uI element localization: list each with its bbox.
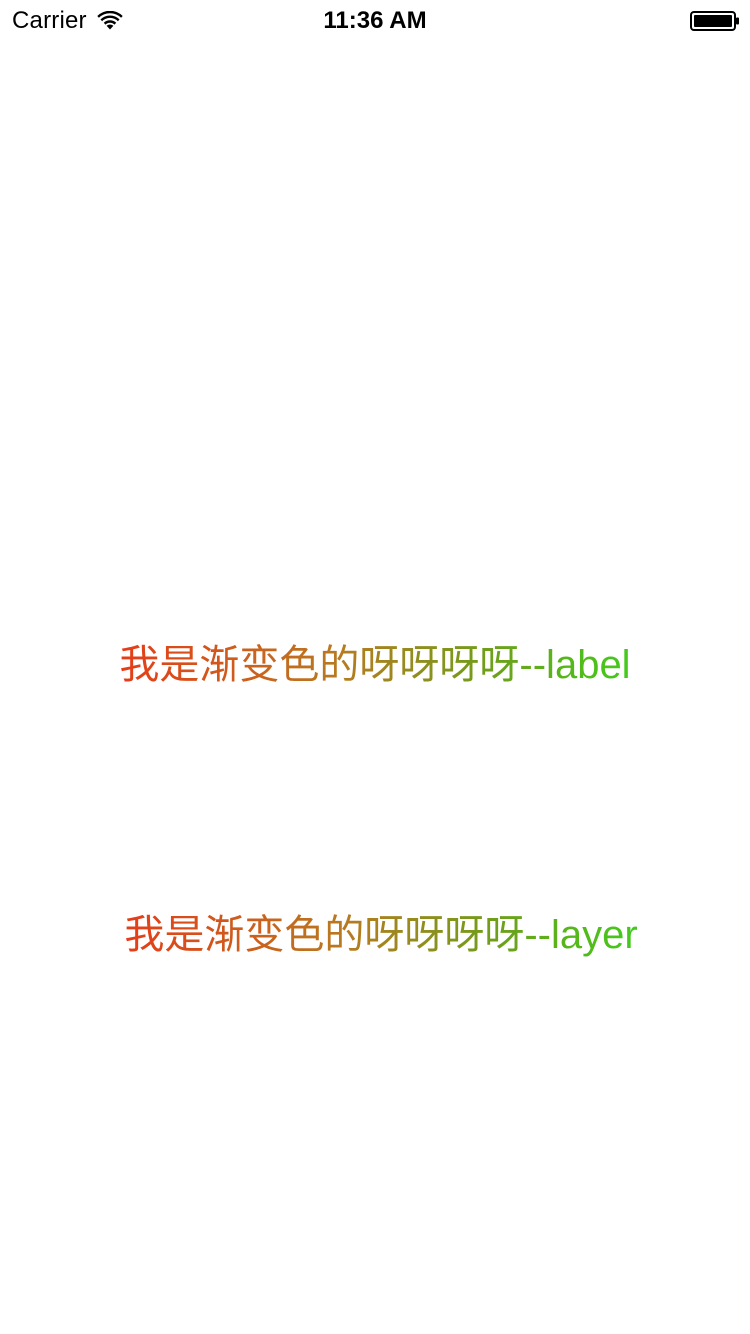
battery-full-icon: [690, 11, 740, 31]
gradient-label-text: 我是渐变色的呀呀呀呀--label: [0, 640, 750, 690]
battery-icon-svg: [690, 11, 739, 31]
gradient-layer-text: 我是渐变色的呀呀呀呀--layer: [6, 910, 750, 960]
status-bar: Carrier 11:36 AM: [0, 0, 750, 40]
status-time: 11:36 AM: [323, 7, 427, 34]
